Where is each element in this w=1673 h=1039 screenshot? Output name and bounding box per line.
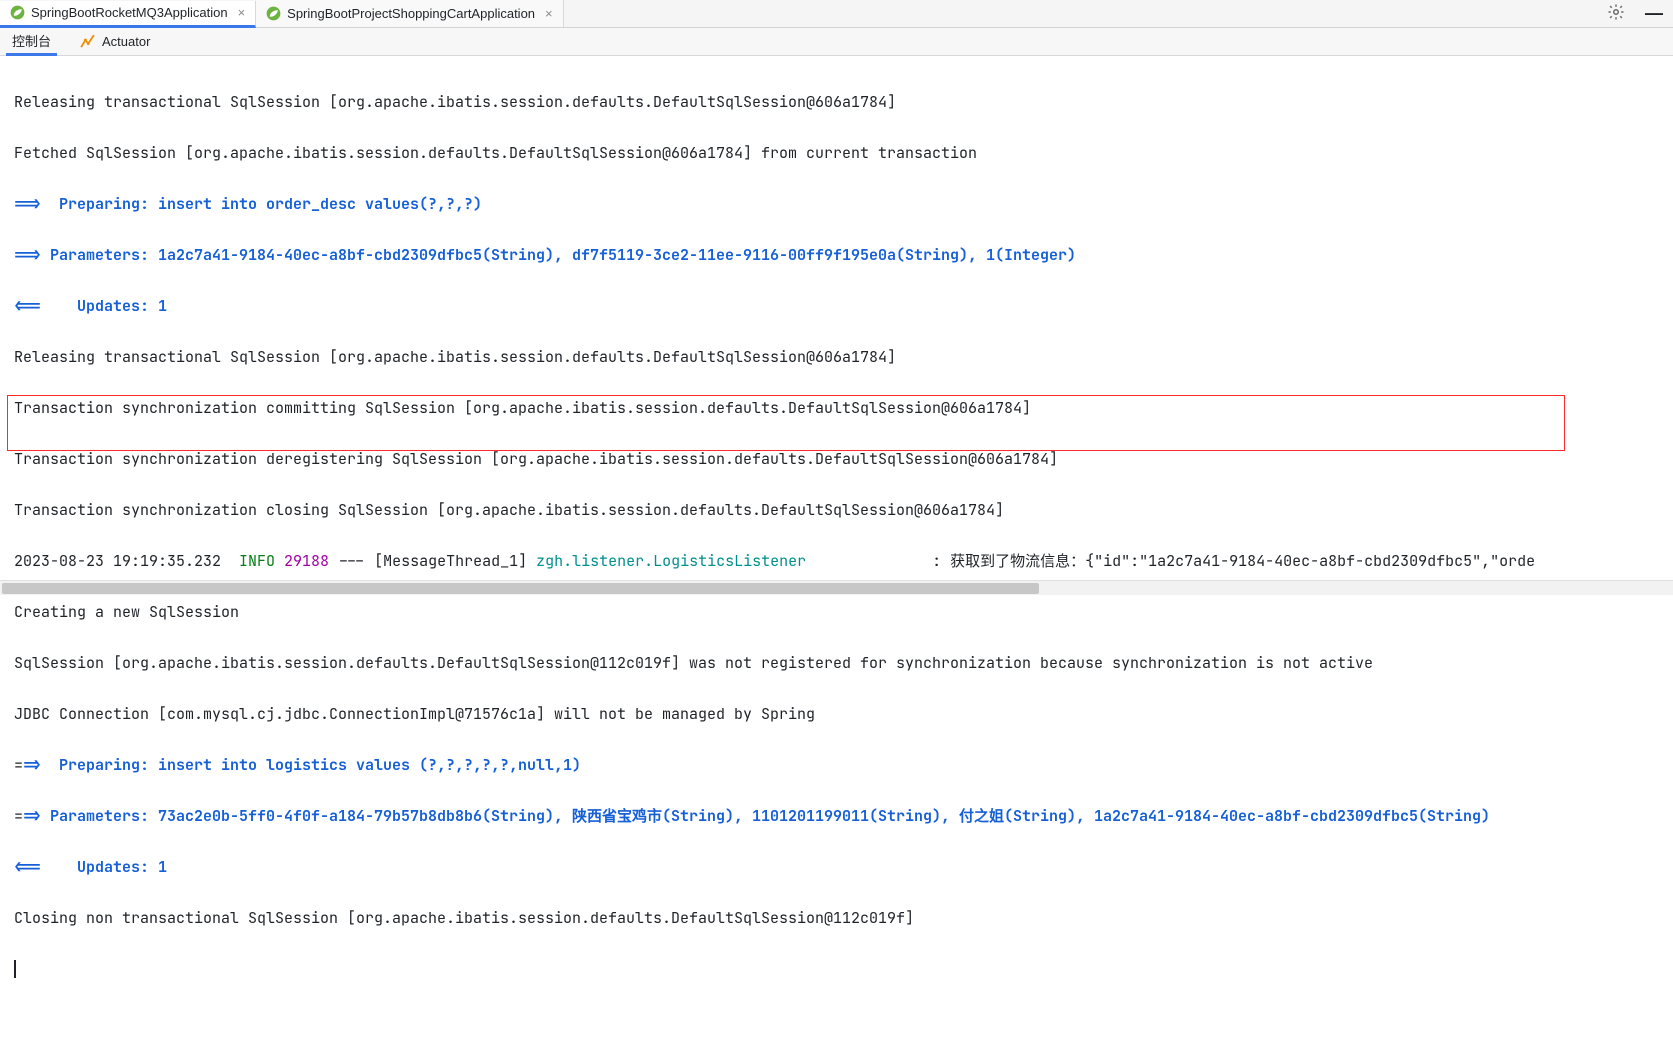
tab-console[interactable]: 控制台 <box>6 29 57 56</box>
log-line: JDBC Connection [com.mysql.cj.jdbc.Conne… <box>14 702 1659 728</box>
log-line: Transaction synchronization committing S… <box>14 396 1659 422</box>
minimize-icon[interactable]: — <box>1635 3 1673 24</box>
log-line: SqlSession [org.apache.ibatis.session.de… <box>14 651 1659 677</box>
log-line: Transaction synchronization closing SqlS… <box>14 498 1659 524</box>
console-tab-label: 控制台 <box>12 31 51 50</box>
tab-actuator[interactable]: Actuator <box>73 28 156 55</box>
log-line: ==> Parameters: 1a2c7a41-9184-40ec-a8bf-… <box>14 243 1659 269</box>
tab-springboot-shoppingcart[interactable]: SpringBootProjectShoppingCartApplication… <box>256 0 563 27</box>
close-icon[interactable]: × <box>545 6 553 21</box>
log-line: ==> Preparing: insert into logistics val… <box>14 753 1659 779</box>
log-line: Releasing transactional SqlSession [org.… <box>14 90 1659 116</box>
spring-leaf-icon <box>10 5 25 20</box>
actuator-icon <box>79 33 96 50</box>
log-line: Transaction synchronization deregisterin… <box>14 447 1659 473</box>
log-line: Creating a new SqlSession <box>14 600 1659 626</box>
log-line: Releasing transactional SqlSession [org.… <box>14 345 1659 371</box>
log-line: ==> Parameters: 73ac2e0b-5ff0-4f0f-a184-… <box>14 804 1659 830</box>
actuator-tab-label: Actuator <box>102 34 150 49</box>
gear-icon[interactable] <box>1597 3 1635 24</box>
tab-label: SpringBootRocketMQ3Application <box>31 5 228 20</box>
horizontal-scrollbar[interactable] <box>0 580 1673 595</box>
log-line: Fetched SqlSession [org.apache.ibatis.se… <box>14 141 1659 167</box>
editor-tabs-bar: SpringBootRocketMQ3Application × SpringB… <box>0 0 1673 28</box>
cursor-line <box>14 957 1659 983</box>
log-line: <== Updates: 1 <box>14 294 1659 320</box>
close-icon[interactable]: × <box>238 5 246 20</box>
log-line: 2023-08-23 19:19:35.232 INFO 29188 --- [… <box>14 549 1659 575</box>
tab-label: SpringBootProjectShoppingCartApplication <box>287 6 535 21</box>
log-line: Closing non transactional SqlSession [or… <box>14 906 1659 932</box>
scrollbar-thumb[interactable] <box>2 583 1039 594</box>
tab-springboot-rocketmq3[interactable]: SpringBootRocketMQ3Application × <box>0 1 256 28</box>
console-output[interactable]: Releasing transactional SqlSession [org.… <box>0 56 1673 1039</box>
log-line: ==> Preparing: insert into order_desc va… <box>14 192 1659 218</box>
spring-leaf-icon <box>266 6 281 21</box>
log-line: <== Updates: 1 <box>14 855 1659 881</box>
panel-tabs-bar: 控制台 Actuator <box>0 28 1673 56</box>
